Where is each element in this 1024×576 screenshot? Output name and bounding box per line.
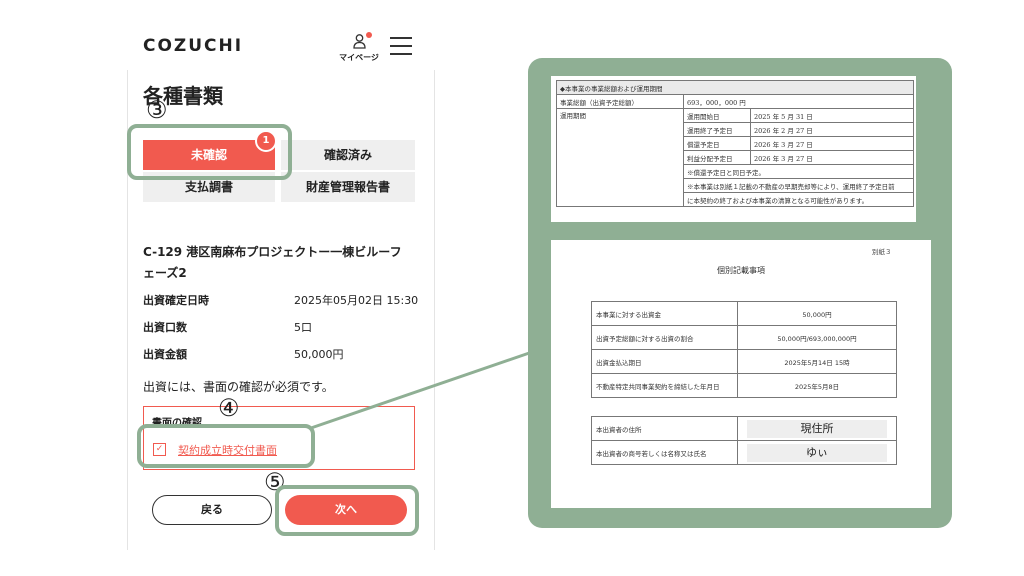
investor-address-value: 現住所: [747, 419, 887, 438]
detail-row-value: 50,000円: [737, 301, 897, 326]
detail-row-value: 50,000円/693,000,000円: [737, 325, 897, 350]
detail-row-label: 出資金払込期日: [591, 349, 738, 374]
total-value: 693，000，000 円: [683, 94, 914, 109]
period-row-label: 運用終了予定日: [683, 122, 751, 137]
investor-info-table: 本出資者の住所 現住所 本出資者の商号若しくは名称又は氏名 ゆぃ: [591, 416, 897, 465]
period-note: ※償還予定日と同日予定。: [683, 164, 914, 179]
period-row-label: 償還予定日: [683, 136, 751, 151]
investor-row-label: 本出資者の商号若しくは名称又は氏名: [591, 440, 738, 465]
detail-row-label: 本事業に対する出資金: [591, 301, 738, 326]
details-title: 個別記載事項: [717, 266, 765, 275]
project-terms-table: ◆本事業の事業総額および運用期間 事業総額（出資予定総額） 693，000，00…: [556, 80, 914, 207]
detail-row-value: 2025年5月14日 15時: [737, 349, 897, 374]
detail-row-label: 不動産特定共同事業契約を締結した年月日: [591, 373, 738, 398]
detail-row-label: 出資予定総額に対する出資の割合: [591, 325, 738, 350]
investment-details-table: 本事業に対する出資金 50,000円 出資予定総額に対する出資の割合 50,000円…: [591, 301, 897, 398]
period-row-value: 2026 年 2 月 27 日: [750, 122, 914, 137]
detail-row-value: 2025年5月8日: [737, 373, 897, 398]
period-row-label: 運用開始日: [683, 108, 751, 123]
terms-heading: ◆本事業の事業総額および運用期間: [556, 80, 914, 95]
period-note: に本契約の終了および本事業の清算となる可能性があります。: [683, 192, 914, 207]
investor-name-value: ゆぃ: [747, 443, 887, 462]
attachment-label: 別紙３: [872, 248, 892, 256]
period-row-value: 2026 年 3 月 27 日: [750, 150, 914, 165]
period-label: 運用期間: [556, 108, 684, 207]
period-row-value: 2025 年 5 月 31 日: [750, 108, 914, 123]
period-row-label: 利益分配予定日: [683, 150, 751, 165]
total-label: 事業総額（出資予定総額）: [556, 94, 684, 109]
period-note: ※本事業は別紙１記載の不動産の早期売却等により、運用終了予定日前: [683, 178, 914, 193]
investor-row-label: 本出資者の住所: [591, 416, 738, 441]
period-row-value: 2026 年 3 月 27 日: [750, 136, 914, 151]
